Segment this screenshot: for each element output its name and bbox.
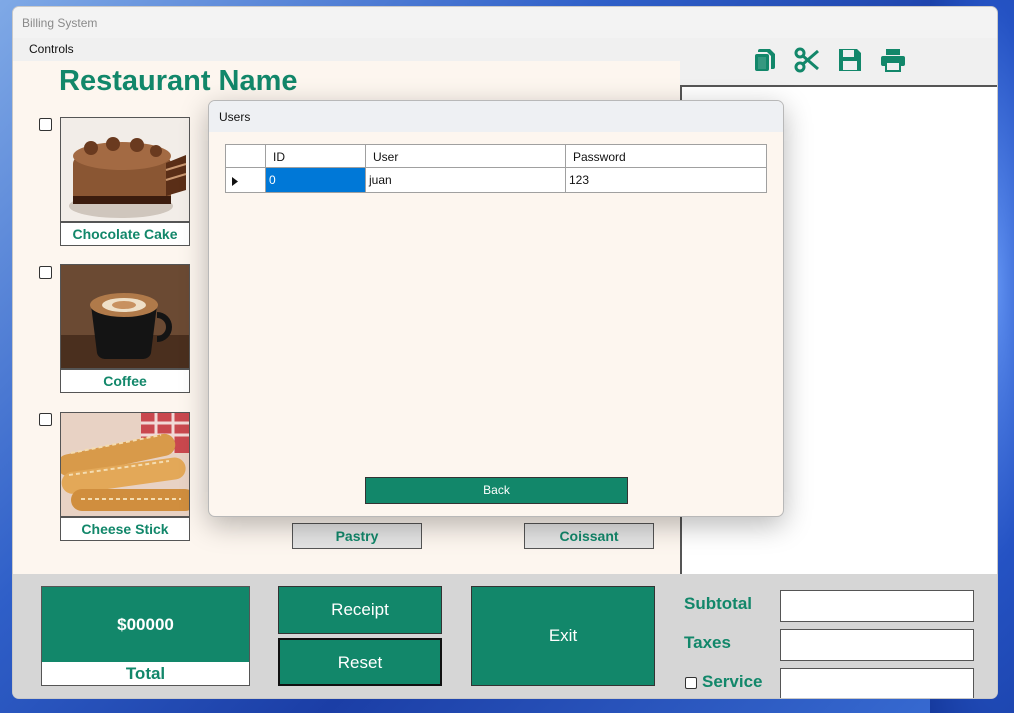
save-icon[interactable]: [837, 47, 863, 73]
coffee-checkbox[interactable]: [39, 266, 52, 279]
cell-password[interactable]: 123: [566, 168, 766, 192]
cheese-stick-checkbox[interactable]: [39, 413, 52, 426]
current-row-arrow-icon: [232, 177, 238, 186]
grid-header: ID User Password: [226, 145, 766, 168]
subtotal-label: Subtotal: [684, 594, 752, 613]
taxes-label: Taxes: [684, 633, 731, 652]
chocolate-cake-label: Chocolate Cake: [60, 222, 190, 246]
dialog-title: Users: [209, 101, 783, 132]
menu-controls[interactable]: Controls: [29, 42, 74, 56]
cell-id[interactable]: 0: [266, 168, 366, 192]
coffee-image: [60, 264, 190, 369]
coissant-label: Coissant: [524, 523, 654, 549]
column-header-password[interactable]: Password: [566, 145, 766, 167]
back-button[interactable]: Back: [365, 477, 628, 504]
table-row[interactable]: 0 juan 123: [226, 168, 766, 192]
window-title: Billing System: [13, 7, 997, 38]
cheese-stick-image: [60, 412, 190, 517]
cut-icon[interactable]: [794, 47, 820, 73]
menu-bar: Controls: [13, 38, 680, 61]
subtotal-field[interactable]: [780, 590, 974, 622]
service-checkbox[interactable]: [685, 677, 697, 689]
chocolate-cake-checkbox[interactable]: [39, 118, 52, 131]
total-value: $00000: [42, 587, 249, 662]
bottom-panel: $00000 Total Receipt Reset Exit Subtotal…: [13, 574, 997, 698]
cell-user[interactable]: juan: [366, 168, 566, 192]
row-selector[interactable]: [226, 168, 266, 192]
pastry-label: Pastry: [292, 523, 422, 549]
service-label: Service: [702, 672, 763, 691]
restaurant-name: Restaurant Name: [59, 65, 298, 97]
users-grid: ID User Password 0 juan 123: [225, 144, 767, 193]
cheese-stick-label: Cheese Stick: [60, 517, 190, 541]
reset-button[interactable]: Reset: [278, 638, 442, 686]
total-box: $00000 Total: [41, 586, 250, 686]
toolbar: [680, 38, 997, 85]
receipt-button[interactable]: Receipt: [278, 586, 442, 634]
exit-button[interactable]: Exit: [471, 586, 655, 686]
service-field[interactable]: [780, 668, 974, 698]
row-header-corner: [226, 145, 266, 167]
column-header-id[interactable]: ID: [266, 145, 366, 167]
chocolate-cake-image: [60, 117, 190, 222]
users-dialog: Users ID User Password 0 juan 123 Back: [208, 100, 784, 517]
print-icon[interactable]: [880, 47, 906, 73]
taxes-field[interactable]: [780, 629, 974, 661]
coffee-label: Coffee: [60, 369, 190, 393]
total-label: Total: [125, 664, 166, 683]
copy-icon[interactable]: [752, 47, 778, 73]
column-header-user[interactable]: User: [366, 145, 566, 167]
